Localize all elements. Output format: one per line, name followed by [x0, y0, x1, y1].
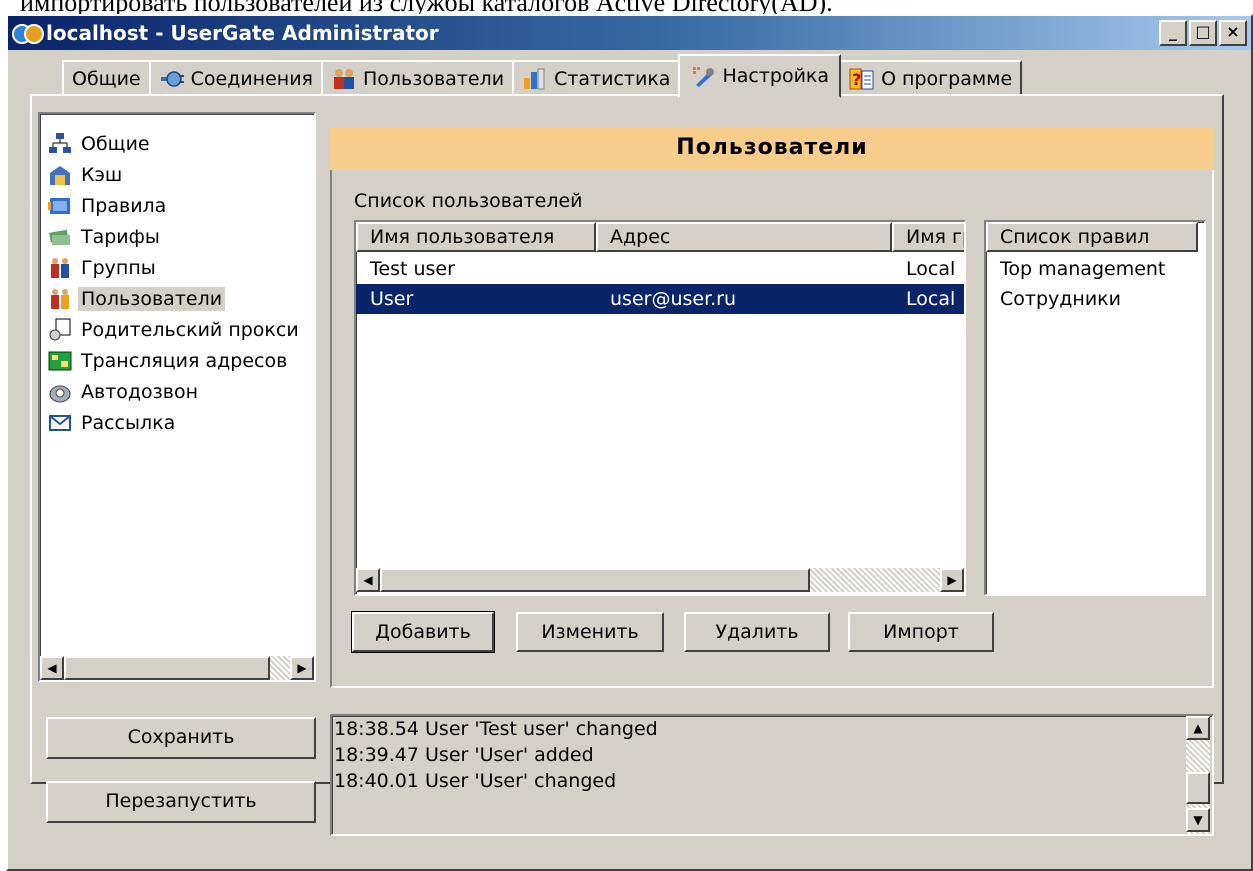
- scroll-down-button[interactable]: ▼: [1186, 808, 1210, 832]
- user-list[interactable]: Имя пользователя Адрес Имя группы Test u…: [354, 220, 966, 596]
- nav-item-general[interactable]: Общие: [40, 128, 314, 159]
- help-icon: ?: [849, 68, 874, 90]
- list-header: Имя пользователя Адрес Имя группы: [356, 222, 964, 252]
- nav-item-users[interactable]: Пользователи: [40, 283, 314, 314]
- table-row[interactable]: Test user Local: [356, 254, 964, 284]
- users-icon: [334, 69, 354, 89]
- tab-label: О программе: [881, 68, 1013, 90]
- column-header-rules[interactable]: Список правил: [986, 222, 1198, 252]
- tab-label: Настройка: [722, 65, 830, 87]
- cell-username: User: [370, 288, 414, 310]
- mail-icon: [49, 414, 71, 431]
- settings-nav-list[interactable]: Общие Кэш Правила Тарифы Группы Пользова…: [38, 112, 316, 682]
- tab-settings[interactable]: Настройка: [678, 54, 842, 98]
- nav-item-autodial[interactable]: Автодозвон: [40, 376, 314, 407]
- tab-statistics[interactable]: Статистика: [512, 60, 681, 96]
- event-log[interactable]: 18:38.54 User 'Test user' changed 18:39.…: [330, 714, 1214, 836]
- delete-button[interactable]: Удалить: [684, 612, 830, 652]
- import-button[interactable]: Импорт: [848, 612, 994, 652]
- save-button[interactable]: Сохранить: [46, 717, 316, 759]
- tools-icon: [693, 67, 715, 87]
- scroll-left-button[interactable]: ◀: [356, 568, 380, 592]
- tab-about[interactable]: ? О программе: [839, 60, 1023, 96]
- section-title: Пользователи: [330, 128, 1214, 170]
- users-icon: [51, 288, 69, 309]
- phone-icon: [49, 385, 71, 402]
- main-tabs: Общие Соединения Пользователи Статистика…: [62, 52, 1023, 98]
- add-button[interactable]: Добавить: [351, 611, 495, 653]
- tab-connections[interactable]: Соединения: [148, 60, 323, 96]
- log-line: 18:40.01 User 'User' changed: [334, 770, 617, 792]
- tab-label: Пользователи: [363, 68, 505, 90]
- column-header-username[interactable]: Имя пользователя: [356, 222, 596, 252]
- nav-item-groups[interactable]: Группы: [40, 252, 314, 283]
- list-item[interactable]: Сотрудники: [986, 284, 1204, 314]
- cache-icon: [50, 165, 70, 185]
- list-item[interactable]: Top management: [986, 254, 1204, 284]
- proxy-icon: [49, 318, 71, 340]
- window-title: localhost - UserGate Administrator: [46, 21, 439, 45]
- scroll-right-button[interactable]: ▶: [290, 656, 314, 680]
- scroll-thumb[interactable]: [64, 656, 270, 680]
- tab-users[interactable]: Пользователи: [321, 60, 515, 96]
- rules-icon: [48, 197, 70, 214]
- nav-item-rules[interactable]: Правила: [40, 190, 314, 221]
- tab-general[interactable]: Общие: [62, 60, 151, 96]
- table-row-selected[interactable]: User user@user.ru Local: [356, 284, 964, 314]
- cell-address: [596, 254, 892, 284]
- close-button[interactable]: ×: [1219, 20, 1247, 46]
- nat-icon: [48, 351, 72, 370]
- maximize-button[interactable]: □: [1189, 20, 1217, 46]
- cell-group: Local: [906, 288, 956, 310]
- nav-item-nat[interactable]: Трансляция адресов: [40, 345, 314, 376]
- log-line: 18:38.54 User 'Test user' changed: [334, 718, 658, 740]
- tab-label: Общие: [72, 68, 141, 90]
- network-icon: [49, 132, 71, 153]
- tab-label: Соединения: [190, 68, 313, 90]
- cell-username: Test user: [370, 258, 455, 280]
- log-line: 18:39.47 User 'User' added: [334, 744, 594, 766]
- scroll-up-button[interactable]: ▲: [1186, 716, 1210, 740]
- plug-icon: [160, 71, 184, 87]
- column-header-address[interactable]: Адрес: [596, 222, 892, 252]
- column-header-group[interactable]: Имя группы: [892, 222, 964, 252]
- scroll-thumb[interactable]: [380, 568, 810, 592]
- nav-item-tariffs[interactable]: Тарифы: [40, 221, 314, 252]
- user-list-label: Список пользователей: [354, 190, 583, 212]
- scroll-left-button[interactable]: ◀: [40, 656, 64, 680]
- cell-group: Local: [906, 258, 956, 280]
- cell-address: user@user.ru: [610, 288, 737, 310]
- nav-item-mailing[interactable]: Рассылка: [40, 407, 314, 438]
- money-icon: [49, 229, 70, 245]
- app-icon: [12, 20, 44, 46]
- minimize-button[interactable]: _: [1159, 20, 1187, 46]
- scroll-right-button[interactable]: ▶: [940, 568, 964, 592]
- svg-text:?: ?: [852, 70, 861, 89]
- scroll-thumb[interactable]: [1186, 772, 1210, 804]
- restart-button[interactable]: Перезапустить: [46, 781, 316, 823]
- edit-button[interactable]: Изменить: [516, 612, 664, 652]
- group-icon: [51, 257, 69, 278]
- chart-icon: [524, 68, 545, 90]
- rules-list[interactable]: Список правил Top management Сотрудники: [984, 220, 1206, 596]
- title-bar[interactable]: localhost - UserGate Administrator _ □ ×: [8, 16, 1251, 50]
- nav-item-parent-proxy[interactable]: Родительский прокси: [40, 314, 314, 345]
- tab-label: Статистика: [554, 68, 671, 90]
- nav-item-cache[interactable]: Кэш: [40, 159, 314, 190]
